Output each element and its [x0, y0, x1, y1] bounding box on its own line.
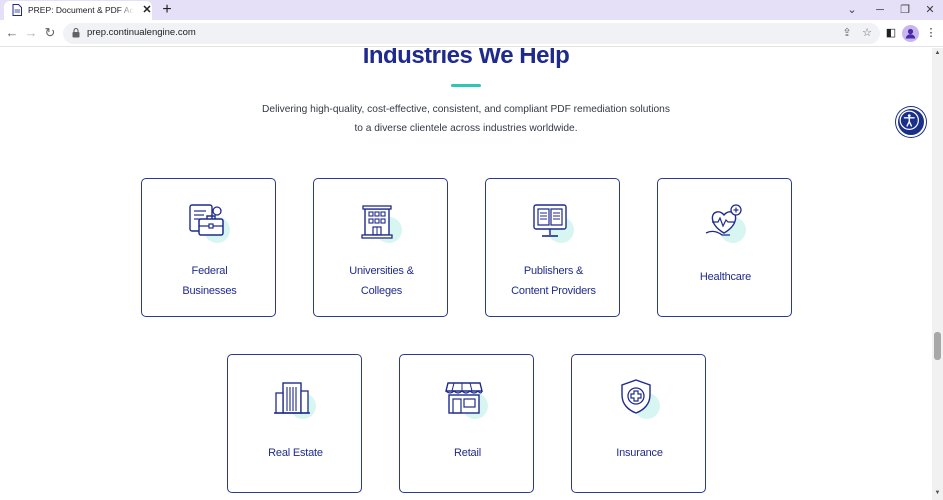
- address-bar[interactable]: prep.continualengine.com ⇪ ☆: [63, 23, 880, 44]
- book-monitor-icon: [533, 204, 574, 243]
- tab-close-icon[interactable]: ✕: [140, 3, 154, 17]
- share-icon[interactable]: ⇪: [839, 25, 855, 41]
- industry-card-insurance[interactable]: Insurance: [571, 354, 706, 493]
- label-line-1: Insurance: [616, 447, 663, 459]
- label-line-1: Universities &: [349, 265, 414, 277]
- url-text[interactable]: prep.continualengine.com: [87, 27, 196, 38]
- back-icon[interactable]: ←: [2, 23, 22, 43]
- scroll-up-arrow-icon[interactable]: ▲: [932, 50, 943, 58]
- tab-strip: PREP: Document & PDF Accessibility ✕ + ⌄…: [0, 0, 943, 20]
- subtitle-line-2: to a diverse clientele across industries…: [354, 123, 578, 134]
- label-line-2: Colleges: [360, 285, 403, 297]
- browser-toolbar: ← → ↻ prep.continualengine.com ⇪ ☆ ◧ ⋮: [0, 20, 943, 47]
- label-line-1: Retail: [454, 447, 481, 459]
- new-tab-button[interactable]: +: [158, 0, 176, 20]
- close-window-icon[interactable]: ✕: [912, 0, 943, 20]
- office-building-icon: [274, 382, 316, 419]
- label-line-1: Publishers &: [523, 265, 584, 277]
- industry-card-real-estate[interactable]: Real Estate: [227, 354, 362, 493]
- side-panel-icon[interactable]: ◧: [882, 24, 900, 42]
- label-line-1: Federal: [191, 265, 228, 277]
- industry-card-retail[interactable]: Retail: [399, 354, 534, 493]
- accessibility-icon: [899, 110, 919, 130]
- label-line-1: Healthcare: [699, 271, 752, 283]
- lock-icon[interactable]: [72, 28, 80, 38]
- industry-label: Healthcare: [662, 267, 789, 287]
- browser-tab[interactable]: PREP: Document & PDF Accessibility ✕: [4, 1, 152, 20]
- menu-kebab-icon[interactable]: ⋮: [922, 24, 940, 42]
- storefront-icon: [445, 382, 488, 419]
- heart-hand-icon: [705, 204, 746, 243]
- section-heading: Industries We Help: [362, 48, 570, 69]
- industry-label: Publishers & Content Providers: [490, 261, 617, 301]
- industry-label: Universities & Colleges: [318, 261, 445, 301]
- label-line-2: Content Providers: [511, 285, 596, 297]
- industry-label: Insurance: [576, 443, 703, 463]
- scroll-down-arrow-icon[interactable]: ▼: [932, 490, 943, 498]
- industry-label: Retail: [404, 443, 531, 463]
- shield-cross-icon: [621, 379, 660, 419]
- document-icon: [12, 4, 22, 16]
- industry-label: Federal Businesses: [146, 261, 273, 301]
- industry-card-healthcare[interactable]: Healthcare: [657, 178, 792, 317]
- industry-card-universities[interactable]: Universities & Colleges: [313, 178, 448, 317]
- scrollbar-thumb[interactable]: [934, 332, 941, 360]
- heading-underline: [451, 84, 481, 87]
- industry-card-publishers[interactable]: Publishers & Content Providers: [485, 178, 620, 317]
- subtitle-line-1: Delivering high-quality, cost-effective,…: [262, 104, 670, 115]
- label-line-1: Real Estate: [268, 447, 323, 459]
- briefcase-icon: [189, 204, 230, 243]
- page-viewport: Industries We Help Delivering high-quali…: [0, 48, 932, 500]
- tab-title: PREP: Document & PDF Accessibility: [28, 5, 134, 15]
- person-icon: [905, 28, 916, 39]
- industry-label: Real Estate: [232, 443, 359, 463]
- accessibility-button[interactable]: [896, 107, 926, 137]
- reload-icon[interactable]: ↻: [40, 23, 60, 43]
- bookmark-star-icon[interactable]: ☆: [859, 25, 875, 41]
- label-line-2: Businesses: [182, 285, 237, 297]
- section-subtitle: Delivering high-quality, cost-effective,…: [200, 100, 732, 138]
- industry-card-federal[interactable]: Federal Businesses: [141, 178, 276, 317]
- forward-icon[interactable]: →: [21, 23, 41, 43]
- university-building-icon: [361, 205, 402, 243]
- profile-avatar[interactable]: [902, 25, 919, 42]
- page-scrollbar[interactable]: ▲ ▼: [932, 48, 943, 500]
